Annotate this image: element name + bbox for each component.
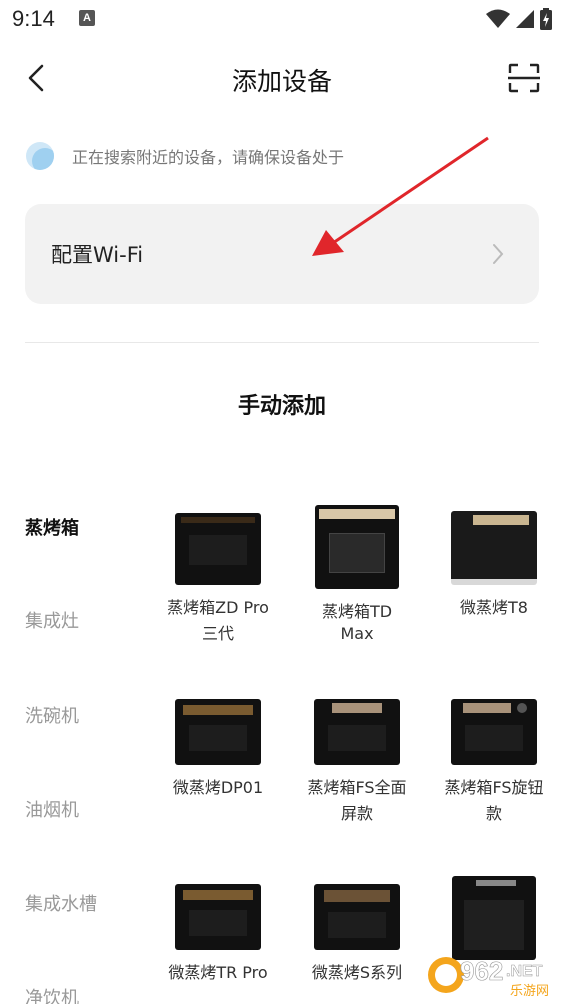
status-icons bbox=[486, 8, 552, 30]
category-range-hood[interactable]: 油烟机 bbox=[25, 796, 79, 822]
header: 添加设备 bbox=[0, 50, 564, 106]
search-notice: 正在搜索附近的设备，请确保设备处于 bbox=[26, 140, 344, 172]
device-item-fs-knob[interactable]: 蒸烤箱FS旋钮 款 bbox=[429, 699, 559, 827]
category-integrated-stove[interactable]: 集成灶 bbox=[25, 607, 79, 633]
category-steam-oven[interactable]: 蒸烤箱 bbox=[25, 514, 79, 540]
category-integrated-sink[interactable]: 集成水槽 bbox=[25, 890, 97, 916]
device-item-zd-pro[interactable]: 蒸烤箱ZD Pro 三代 bbox=[153, 505, 283, 647]
manual-add-title: 手动添加 bbox=[237, 394, 326, 419]
device-item-tr-pro[interactable]: 微蒸烤TR Pro bbox=[153, 884, 283, 986]
cell-signal-icon bbox=[516, 10, 534, 28]
watermark-suffix: .NET bbox=[506, 963, 543, 980]
battery-icon bbox=[540, 8, 552, 30]
device-image bbox=[314, 699, 400, 765]
device-name-line1: 微蒸烤TR Pro bbox=[168, 963, 268, 982]
device-item-tall-oven[interactable] bbox=[429, 876, 559, 960]
device-item-td-max[interactable]: 蒸烤箱TD Max bbox=[292, 505, 422, 647]
device-name-line1: 微蒸烤T8 bbox=[460, 598, 528, 617]
wifi-signal-icon bbox=[486, 9, 510, 28]
status-time: 9:14 bbox=[12, 6, 55, 31]
device-name-line1: 蒸烤箱FS旋钮 bbox=[444, 778, 544, 797]
scan-button[interactable] bbox=[506, 60, 542, 96]
device-image bbox=[175, 513, 261, 585]
device-name-line2: 款 bbox=[485, 804, 502, 823]
device-name-line1: 蒸烤箱FS全面 bbox=[307, 778, 407, 797]
device-image bbox=[175, 699, 261, 765]
watermark-number: 962 bbox=[460, 956, 503, 986]
device-image bbox=[315, 505, 399, 589]
device-name-line1: 蒸烤箱ZD Pro bbox=[167, 598, 269, 617]
device-name-line1: 微蒸烤DP01 bbox=[172, 778, 264, 797]
searching-spinner-icon bbox=[26, 142, 54, 170]
device-name-line1: 微蒸烤S系列 bbox=[311, 963, 403, 982]
category-dishwasher[interactable]: 洗碗机 bbox=[25, 702, 79, 728]
page-title: 添加设备 bbox=[231, 67, 332, 96]
status-bar: 9:14 A bbox=[0, 0, 564, 40]
device-image bbox=[451, 511, 537, 585]
notification-icon: A bbox=[79, 10, 95, 26]
device-image bbox=[175, 884, 261, 950]
device-name-line2: 三代 bbox=[201, 624, 234, 643]
annotation-arrow bbox=[312, 136, 489, 256]
device-item-t8[interactable]: 微蒸烤T8 bbox=[429, 505, 559, 621]
device-image bbox=[314, 884, 400, 950]
device-image bbox=[451, 699, 537, 765]
site-watermark-logo: 962 .NET 乐游网 bbox=[428, 956, 549, 999]
device-item-dp01[interactable]: 微蒸烤DP01 bbox=[153, 699, 283, 801]
watermark-subtitle: 乐游网 bbox=[510, 984, 549, 999]
device-name-line2: 屏款 bbox=[340, 804, 373, 823]
scan-icon bbox=[508, 63, 540, 93]
device-name-line2: Max bbox=[340, 624, 374, 643]
device-image bbox=[452, 876, 536, 960]
category-water-purifier[interactable]: 净饮机 bbox=[25, 984, 79, 1004]
divider bbox=[25, 342, 539, 343]
wifi-config-label: 配置Wi-Fi bbox=[51, 243, 144, 267]
device-item-s-series[interactable]: 微蒸烤S系列 bbox=[292, 884, 422, 986]
device-item-fs-fullscreen[interactable]: 蒸烤箱FS全面 屏款 bbox=[292, 699, 422, 827]
